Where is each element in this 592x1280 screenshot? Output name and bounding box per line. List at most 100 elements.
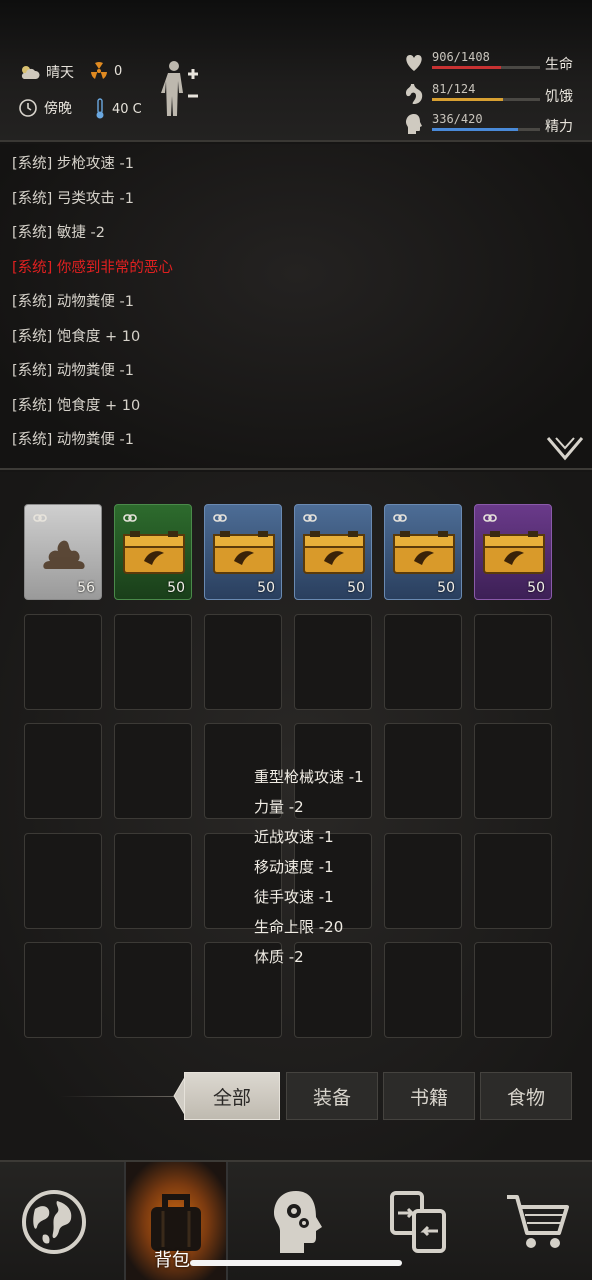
thermometer-icon bbox=[96, 98, 104, 119]
effect-line: 近战攻速 -1 bbox=[254, 828, 334, 846]
inventory-slot[interactable]: 50 bbox=[114, 504, 192, 600]
log-line: [系统] 饱食度 + 10 bbox=[12, 329, 141, 345]
body-figure-icon bbox=[161, 61, 198, 116]
item-count: 50 bbox=[167, 580, 185, 596]
nav-active-label: 背包 bbox=[154, 1250, 190, 1271]
log-line: [系统] 饱食度 + 10 bbox=[12, 398, 141, 414]
energy-value: 336/420 bbox=[432, 112, 483, 126]
supply-crate-icon bbox=[483, 531, 545, 574]
hunger-label: 饥饿 bbox=[545, 89, 573, 105]
log-line: [系统] 动物粪便 -1 bbox=[12, 294, 134, 310]
link-icon bbox=[123, 514, 137, 522]
message-log[interactable]: [系统] 步枪攻速 -1 [系统] 弓类攻击 -1 [系统] 敏捷 -2 [系统… bbox=[0, 144, 592, 470]
skills-head-icon bbox=[274, 1191, 322, 1253]
body-status-button[interactable] bbox=[160, 58, 204, 118]
weather-indicator: 晴天 bbox=[18, 62, 74, 82]
link-icon bbox=[303, 514, 317, 522]
inventory-slot[interactable]: 50 bbox=[204, 504, 282, 600]
log-line: [系统] 敏捷 -2 bbox=[12, 225, 105, 241]
tab-all[interactable]: 全部 bbox=[184, 1072, 280, 1120]
effect-line: 力量 -2 bbox=[254, 798, 304, 816]
vital-energy: 336/420 精力 bbox=[402, 112, 582, 136]
radiation-icon bbox=[91, 62, 107, 79]
temperature-value: 40 C bbox=[112, 101, 142, 117]
inventory-slot[interactable] bbox=[474, 942, 552, 1038]
link-icon bbox=[483, 514, 497, 522]
item-count: 50 bbox=[437, 580, 455, 596]
inventory-slot[interactable] bbox=[474, 614, 552, 710]
inventory-slot[interactable] bbox=[114, 614, 192, 710]
supply-crate-icon bbox=[393, 531, 455, 574]
log-line: [系统] 动物粪便 -1 bbox=[12, 432, 134, 448]
link-icon bbox=[33, 514, 47, 522]
inventory-slot[interactable]: 50 bbox=[294, 504, 372, 600]
item-effects-tooltip: 重型枪械攻速 -1 力量 -2 近战攻速 -1 移动速度 -1 徒手攻速 -1 … bbox=[254, 766, 364, 976]
supply-crate-icon bbox=[213, 531, 275, 574]
health-bar bbox=[432, 66, 540, 69]
heart-icon bbox=[406, 55, 422, 71]
effect-line: 体质 -2 bbox=[254, 948, 304, 966]
inventory-slot[interactable] bbox=[114, 942, 192, 1038]
inventory-slot[interactable]: 56 bbox=[24, 504, 102, 600]
supply-crate-icon bbox=[123, 531, 185, 574]
world-map-icon bbox=[22, 1190, 86, 1254]
tab-equipment[interactable]: 装备 bbox=[286, 1072, 378, 1120]
hunger-value: 81/124 bbox=[432, 82, 476, 96]
vital-hunger: 81/124 饥饿 bbox=[402, 82, 582, 106]
effect-line: 重型枪械攻速 -1 bbox=[254, 768, 364, 786]
inventory-slot[interactable] bbox=[24, 942, 102, 1038]
tabs-divider bbox=[60, 1096, 178, 1097]
inventory-slot[interactable]: 50 bbox=[474, 504, 552, 600]
log-line: [系统] 动物粪便 -1 bbox=[12, 363, 134, 379]
item-count: 50 bbox=[527, 580, 545, 596]
dung-icon bbox=[43, 540, 85, 569]
inventory-slot[interactable] bbox=[294, 614, 372, 710]
temperature-indicator: 40 C bbox=[94, 98, 142, 120]
exchange-icon bbox=[390, 1191, 446, 1253]
home-indicator[interactable] bbox=[190, 1260, 402, 1266]
weather-label: 晴天 bbox=[46, 65, 74, 81]
tab-books[interactable]: 书籍 bbox=[383, 1072, 475, 1120]
health-label: 生命 bbox=[545, 57, 573, 73]
inventory-slot[interactable] bbox=[384, 723, 462, 819]
time-label: 傍晚 bbox=[44, 101, 72, 117]
inventory-slot[interactable] bbox=[474, 833, 552, 929]
nav-world-map[interactable] bbox=[2, 1162, 106, 1280]
head-icon bbox=[406, 114, 422, 134]
inventory-slot[interactable] bbox=[474, 723, 552, 819]
time-indicator: 傍晚 bbox=[18, 98, 72, 118]
inventory-slot[interactable] bbox=[114, 833, 192, 929]
stomach-icon bbox=[406, 84, 423, 104]
item-count: 56 bbox=[77, 580, 95, 596]
nav-shop[interactable] bbox=[486, 1162, 590, 1280]
collapse-log-chevron-icon[interactable] bbox=[546, 434, 584, 462]
clock-icon bbox=[19, 99, 37, 117]
effect-line: 生命上限 -20 bbox=[254, 918, 344, 936]
item-count: 50 bbox=[257, 580, 275, 596]
inventory-slot[interactable] bbox=[24, 723, 102, 819]
cart-icon bbox=[507, 1195, 569, 1248]
inventory-slot[interactable] bbox=[384, 614, 462, 710]
inventory-slot[interactable] bbox=[114, 723, 192, 819]
inventory-slot[interactable] bbox=[204, 614, 282, 710]
link-icon bbox=[213, 514, 227, 522]
energy-label: 精力 bbox=[545, 119, 573, 135]
sunny-weather-icon bbox=[21, 66, 40, 79]
supply-crate-icon bbox=[303, 531, 365, 574]
log-line: [系统] 弓类攻击 -1 bbox=[12, 191, 134, 207]
status-bar: 晴天 0 傍晚 40 C 906/1408 生命 81/124 饥饿 336/4… bbox=[0, 0, 592, 142]
inventory-slot[interactable] bbox=[384, 833, 462, 929]
log-line: [系统] 你感到非常的恶心 bbox=[12, 260, 173, 276]
radiation-value: 0 bbox=[114, 63, 123, 79]
inventory-slot[interactable] bbox=[24, 833, 102, 929]
effect-line: 徒手攻速 -1 bbox=[254, 888, 334, 906]
inventory-slot[interactable] bbox=[384, 942, 462, 1038]
effect-line: 移动速度 -1 bbox=[254, 858, 334, 876]
radiation-indicator: 0 bbox=[90, 62, 122, 80]
inventory-slot[interactable] bbox=[24, 614, 102, 710]
inventory-slot[interactable]: 50 bbox=[384, 504, 462, 600]
tab-food[interactable]: 食物 bbox=[480, 1072, 572, 1120]
item-count: 50 bbox=[347, 580, 365, 596]
link-icon bbox=[393, 514, 407, 522]
hunger-bar bbox=[432, 98, 540, 101]
